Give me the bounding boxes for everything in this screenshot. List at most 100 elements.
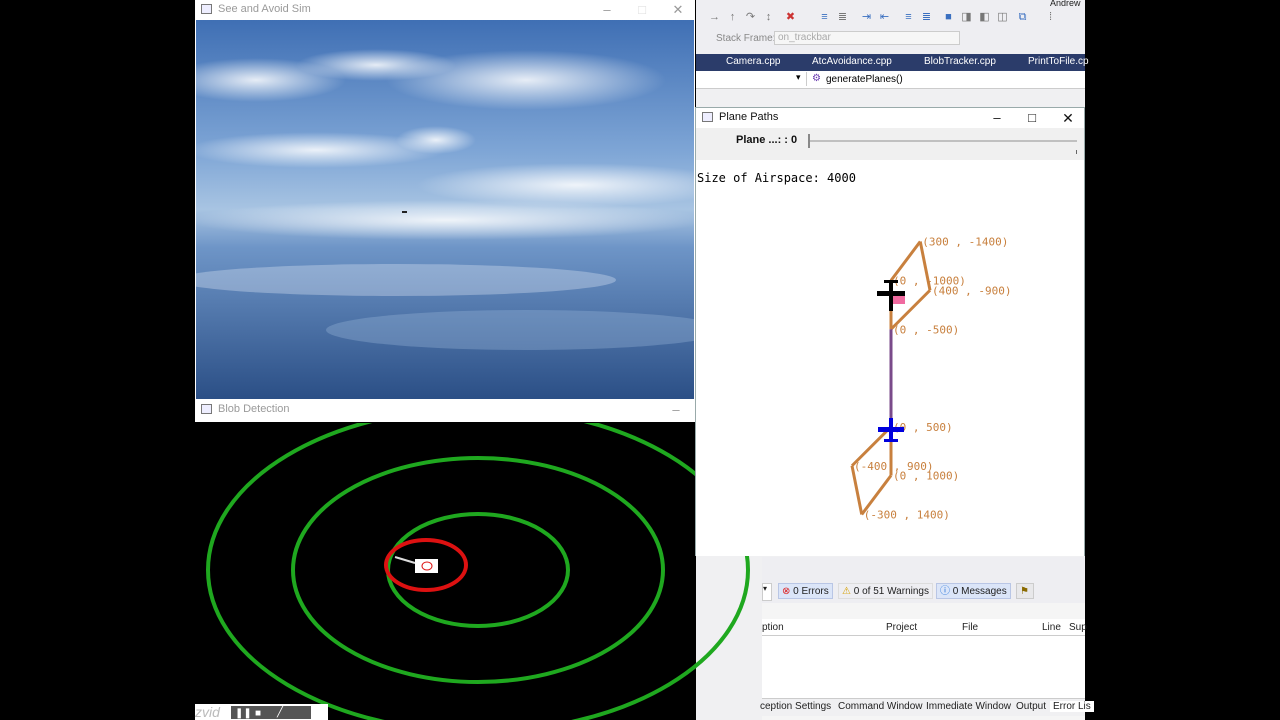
indent-icon[interactable]: ⇥ bbox=[860, 11, 873, 24]
tab-command-window[interactable]: Command Window bbox=[838, 701, 922, 712]
editor-tabs: Camera.cpp AtcAvoidance.cpp BlobTracker.… bbox=[696, 54, 1089, 71]
error-list-body bbox=[762, 636, 1085, 698]
stack-frame-dropdown[interactable]: on_trackbar bbox=[774, 31, 960, 45]
stack-frame-value: on_trackbar bbox=[778, 32, 831, 43]
cloud-band bbox=[196, 200, 694, 240]
overflow-icon[interactable]: ⁞ bbox=[1044, 11, 1057, 24]
tab-immediate-window[interactable]: Immediate Window bbox=[926, 701, 1011, 712]
taskbar-fragment: zvid ❚❚ ■ ╱ bbox=[195, 704, 328, 720]
minimize-button[interactable]: ‒ bbox=[592, 0, 622, 20]
error-list-toolbar: ▾ ⊗ 0 Errors ⚠ 0 of 51 Warnings ⓘ 0 Mess… bbox=[762, 579, 1085, 603]
sim-window: See and Avoid Sim ‒ □ ✕ bbox=[195, 0, 695, 400]
prev-bookmark-icon[interactable]: ◨ bbox=[960, 11, 973, 24]
navigation-bar: ▾ ⚙ generatePlanes() bbox=[696, 71, 1085, 89]
waypoint-label: (0 , 1000) bbox=[893, 470, 959, 483]
format-icon[interactable]: ≡ bbox=[902, 11, 915, 24]
bookmark-icon[interactable]: ■ bbox=[942, 11, 955, 24]
stack-frame-label: Stack Frame: bbox=[716, 33, 776, 44]
plane-paths-titlebar: Plane Paths ‒ □ ✕ bbox=[696, 108, 1084, 128]
target-trail bbox=[394, 556, 416, 564]
error-list-columns: ption Project File Line Sup bbox=[762, 619, 1087, 636]
window-icon bbox=[201, 4, 212, 14]
warnings-count: 0 of 51 Warnings bbox=[853, 586, 929, 597]
plane-paths-title: Plane Paths bbox=[719, 111, 779, 123]
tab-error-list[interactable]: Error Lis bbox=[1050, 701, 1094, 712]
window-icon[interactable]: ⧉ bbox=[1016, 11, 1029, 24]
path-segment bbox=[850, 465, 864, 515]
errors-count: 0 Errors bbox=[793, 586, 829, 597]
step-back-icon[interactable]: ↷ bbox=[744, 11, 757, 24]
window-icon bbox=[201, 404, 212, 414]
flight-paths-plot: (300 , -1400)(0 , -1000)(400 , -900)(0 ,… bbox=[850, 236, 1011, 522]
radar-ring bbox=[291, 456, 665, 684]
column-description[interactable]: ption bbox=[762, 622, 784, 633]
distant-plane bbox=[402, 211, 407, 213]
draw-icon[interactable]: ╱ bbox=[277, 707, 283, 718]
cloud bbox=[196, 132, 446, 168]
maximize-button[interactable]: □ bbox=[1017, 108, 1047, 128]
tab-printtofile[interactable]: PrintToFile.cp bbox=[1028, 56, 1089, 67]
step-out-icon[interactable]: ↕ bbox=[762, 11, 775, 24]
errors-filter[interactable]: ⊗ 0 Errors bbox=[778, 583, 833, 599]
tab-camera[interactable]: Camera.cpp bbox=[726, 56, 780, 67]
close-button[interactable]: ✕ bbox=[663, 0, 693, 20]
stop-icon[interactable]: ■ bbox=[255, 708, 261, 719]
tab-blobtracker[interactable]: BlobTracker.cpp bbox=[924, 56, 996, 67]
column-file[interactable]: File bbox=[962, 622, 978, 633]
airspace-canvas: Size of Airspace: 4000 (300 , -1400) (0 ,… bbox=[696, 160, 1084, 556]
waypoint-label: (400 , -900) bbox=[932, 284, 1011, 297]
pause-icon[interactable]: ❚❚ bbox=[235, 708, 252, 719]
clear-bookmarks-icon[interactable]: ◫ bbox=[996, 11, 1009, 24]
taskbar-label: zvid bbox=[195, 704, 220, 720]
minimize-button[interactable]: ‒ bbox=[982, 108, 1012, 128]
info-icon: ⓘ bbox=[940, 586, 950, 597]
plane-slider-thumb[interactable] bbox=[808, 134, 810, 148]
blob-window-title: Blob Detection bbox=[218, 403, 290, 415]
step-over-icon[interactable]: ↑ bbox=[726, 11, 739, 24]
uncomment-icon[interactable]: ≣ bbox=[836, 11, 849, 24]
maximize-button[interactable]: □ bbox=[627, 0, 657, 20]
waypoint-label: (300 , -1400) bbox=[922, 236, 1008, 249]
column-project[interactable]: Project bbox=[886, 622, 917, 633]
sim-window-title: See and Avoid Sim bbox=[218, 3, 311, 15]
error-list-panel: ▾ ⊗ 0 Errors ⚠ 0 of 51 Warnings ⓘ 0 Mess… bbox=[760, 557, 1094, 720]
target-box bbox=[415, 559, 438, 573]
slider-tick bbox=[1076, 150, 1077, 154]
window-icon bbox=[702, 112, 713, 122]
warnings-filter[interactable]: ⚠ 0 of 51 Warnings bbox=[838, 583, 933, 599]
messages-filter[interactable]: ⓘ 0 Messages bbox=[936, 583, 1011, 599]
minimize-button[interactable]: ‒ bbox=[661, 400, 691, 420]
tab-atcavoidance[interactable]: AtcAvoidance.cpp bbox=[812, 56, 892, 67]
close-button[interactable]: ✕ bbox=[1053, 108, 1083, 128]
function-icon: ⚙ bbox=[812, 73, 821, 84]
bottom-tool-tabs: ception Settings Command Window Immediat… bbox=[760, 698, 1094, 716]
function-dropdown[interactable]: generatePlanes() bbox=[826, 74, 903, 85]
waypoint-label: (-300 , 1400) bbox=[864, 509, 950, 522]
build-filter-button[interactable]: ⚑ bbox=[1016, 583, 1034, 599]
step-into-icon[interactable]: → bbox=[708, 11, 721, 24]
blob-titlebar: Blob Detection ‒ bbox=[195, 400, 695, 422]
warning-icon: ⚠ bbox=[842, 586, 851, 597]
breakpoint-icon[interactable]: ✖ bbox=[784, 11, 797, 24]
error-icon: ⊗ bbox=[782, 586, 791, 597]
messages-count: 0 Messages bbox=[952, 586, 1007, 597]
column-suppression[interactable]: Sup bbox=[1069, 622, 1087, 633]
next-bookmark-icon[interactable]: ◧ bbox=[978, 11, 991, 24]
vs-toolbar: → ↑ ↷ ↕ ✖ ≡ ≣ ⇥ ⇤ ≡ ≣ ■ ◨ ◧ ◫ ⧉ ⁞ Andrew… bbox=[696, 0, 1085, 50]
sim-titlebar: See and Avoid Sim ‒ □ ✕ bbox=[195, 0, 695, 20]
format-selection-icon[interactable]: ≣ bbox=[920, 11, 933, 24]
scope-dropdown[interactable]: ▾ bbox=[696, 72, 807, 86]
comment-icon[interactable]: ≡ bbox=[818, 11, 831, 24]
tab-output[interactable]: Output bbox=[1016, 701, 1046, 712]
chevron-down-icon: ▾ bbox=[796, 72, 801, 82]
cloud bbox=[386, 50, 666, 110]
column-line[interactable]: Line bbox=[1042, 622, 1061, 633]
tab-exception-settings[interactable]: ception Settings bbox=[760, 701, 831, 712]
user-name[interactable]: Andrew bbox=[1050, 0, 1081, 8]
outdent-icon[interactable]: ⇤ bbox=[878, 11, 891, 24]
slider-label: Plane ...: : 0 bbox=[736, 134, 798, 146]
trackbar-panel: Plane ...: : 0 bbox=[696, 128, 1084, 160]
error-list-header bbox=[762, 557, 1085, 579]
filter-icon: ⚑ bbox=[1020, 586, 1029, 597]
plane-slider-track[interactable] bbox=[809, 140, 1077, 142]
